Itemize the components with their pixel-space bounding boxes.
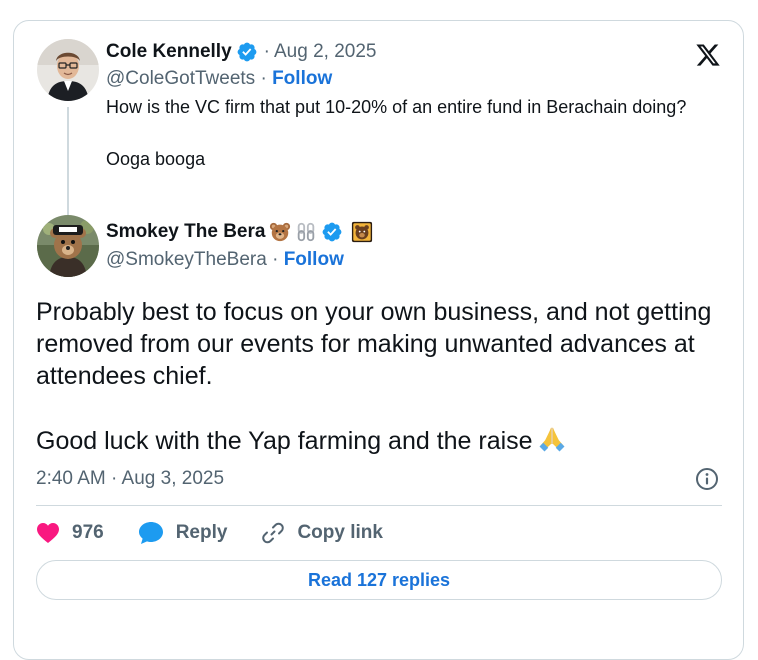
tweet-text-paragraph: How is the VC firm that put 10-20% of an… — [106, 97, 687, 117]
tweet-timestamp[interactable]: 2:40 AM · Aug 3, 2025 — [36, 467, 224, 491]
tweet-text-paragraph: Ooga booga — [106, 149, 206, 169]
read-replies-button[interactable]: Read 127 replies — [36, 560, 722, 600]
separator-dot: · — [260, 68, 267, 89]
parent-handle-row: @ColeGotTweets · Follow — [106, 67, 332, 91]
author-handle[interactable]: @ColeGotTweets — [106, 68, 255, 89]
chain-link-emoji-icon — [298, 222, 315, 242]
avatar[interactable] — [37, 39, 99, 101]
tweet-text-paragraph-2: Good luck with the Yap farming and the r… — [36, 424, 716, 457]
embedded-tweet-card: Cole Kennelly · Aug 2, 2025 @ColeGotTwee… — [13, 20, 744, 660]
tweet-text-span: Good luck with the Yap farming and the r… — [36, 427, 533, 455]
praying-hands-emoji-icon — [539, 427, 565, 452]
thread-connector-line — [67, 107, 69, 215]
like-button[interactable]: 976 — [36, 522, 104, 544]
reply-button[interactable]: Reply — [138, 521, 228, 545]
info-icon[interactable] — [695, 467, 719, 491]
reply-bubble-icon — [138, 522, 163, 544]
x-logo-icon[interactable] — [694, 42, 722, 68]
main-tweet-text: Probably best to focus on your own busin… — [36, 296, 716, 457]
divider — [36, 505, 722, 506]
author-name[interactable]: Cole Kennelly — [106, 40, 232, 64]
tweet-actions: 976 Reply Copy link — [36, 518, 417, 548]
heart-icon — [37, 523, 59, 543]
parent-tweet-text: How is the VC firm that put 10-20% of an… — [106, 94, 716, 172]
affiliate-badge-icon[interactable] — [351, 221, 373, 243]
verified-badge-icon — [323, 222, 342, 242]
bear-emoji-icon — [270, 222, 291, 242]
verified-badge-icon — [237, 42, 257, 62]
tweet-text-paragraph: Probably best to focus on your own busin… — [36, 298, 712, 390]
tweet-date[interactable]: Aug 2, 2025 — [274, 40, 376, 64]
like-count: 976 — [72, 522, 104, 543]
follow-button[interactable]: Follow — [284, 249, 344, 270]
separator-dot: · — [272, 249, 279, 270]
main-tweet-header: Smokey The Bera — [106, 220, 373, 244]
link-icon — [262, 522, 285, 544]
copy-link-label: Copy link — [297, 522, 383, 543]
parent-tweet-header: Cole Kennelly · Aug 2, 2025 — [106, 40, 376, 64]
follow-button[interactable]: Follow — [272, 68, 332, 89]
separator-dot: · — [263, 41, 270, 62]
avatar[interactable] — [37, 215, 99, 277]
main-handle-row: @SmokeyTheBera · Follow — [106, 248, 344, 272]
copy-link-button[interactable]: Copy link — [261, 521, 383, 545]
reply-label: Reply — [175, 522, 228, 543]
author-name[interactable]: Smokey The Bera — [106, 220, 265, 244]
author-handle[interactable]: @SmokeyTheBera — [106, 249, 267, 270]
